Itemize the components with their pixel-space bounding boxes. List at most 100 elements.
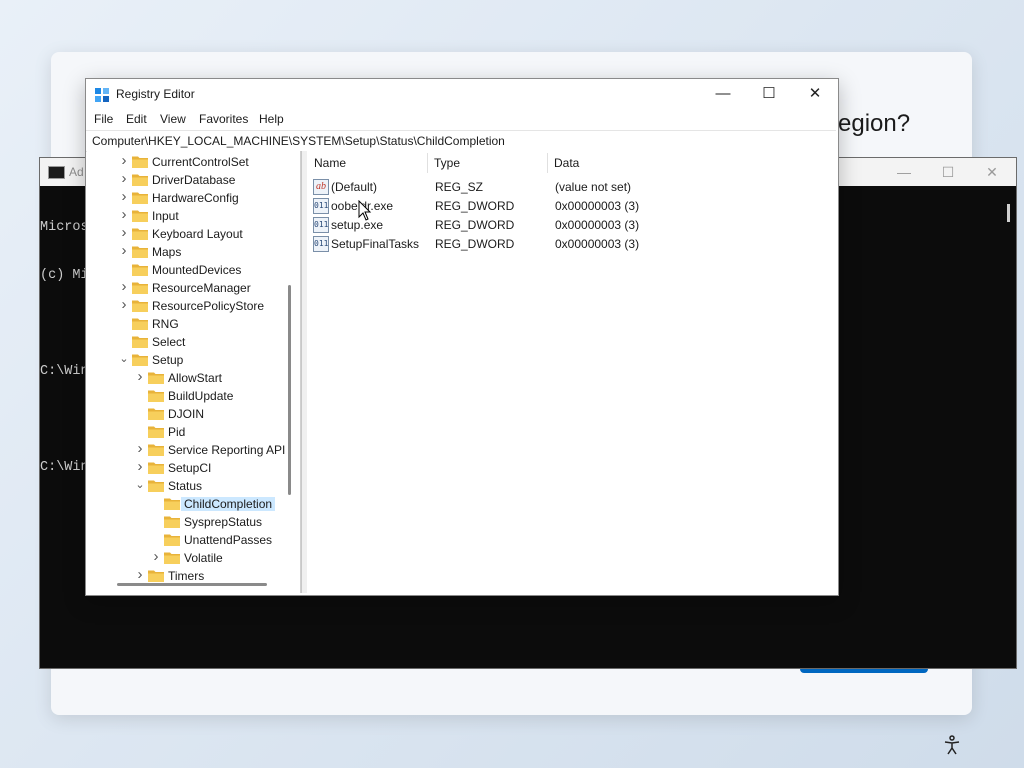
value-type: REG_DWORD: [435, 237, 515, 251]
cmd-maximize-button[interactable]: ☐: [926, 160, 970, 184]
chevron-right-icon[interactable]: ›: [119, 225, 129, 240]
chevron-right-icon[interactable]: ›: [135, 567, 145, 582]
tree-item[interactable]: BuildUpdate: [87, 387, 287, 405]
tree-item[interactable]: › Timers: [87, 567, 287, 585]
regedit-close-button[interactable]: ✕: [792, 81, 838, 107]
tree-item[interactable]: › Keyboard Layout: [87, 225, 287, 243]
regedit-maximize-button[interactable]: ☐: [746, 81, 792, 107]
tree-item-label: Status: [168, 479, 203, 493]
tree-item[interactable]: › Service Reporting API: [87, 441, 287, 459]
address-bar[interactable]: Computer\HKEY_LOCAL_MACHINE\SYSTEM\Setup…: [86, 130, 836, 152]
values-pane[interactable]: Name Type Data ab (Default) REG_SZ (value n…: [307, 151, 837, 593]
chevron-right-icon[interactable]: ›: [135, 459, 145, 474]
chevron-down-icon[interactable]: ⌄: [135, 479, 145, 491]
menu-help[interactable]: Help: [259, 112, 284, 126]
folder-icon: [132, 300, 148, 312]
tree-item[interactable]: › Volatile: [87, 549, 287, 567]
tree-item[interactable]: › ResourceManager: [87, 279, 287, 297]
folder-icon: [132, 318, 148, 330]
value-row[interactable]: 011 SetupFinalTasks REG_DWORD 0x00000003 (3…: [307, 235, 837, 254]
tree-item[interactable]: ⌄ Status: [87, 477, 287, 495]
menu-favorites[interactable]: Favorites: [199, 112, 248, 126]
tree-item[interactable]: MountedDevices: [87, 261, 287, 279]
value-row[interactable]: 011oobeldr.exeREG_DWORD0x00000003 (3): [307, 197, 837, 216]
tree-item[interactable]: Select: [87, 333, 287, 351]
tree-item-label: RNG: [152, 317, 179, 331]
folder-icon: [164, 552, 180, 564]
chevron-right-icon[interactable]: ›: [119, 153, 129, 168]
cmd-scrollbar[interactable]: [1000, 186, 1016, 668]
tree-item[interactable]: › SetupCI: [87, 459, 287, 477]
column-separator[interactable]: [427, 153, 428, 173]
chevron-right-icon[interactable]: ›: [135, 441, 145, 456]
value-type: REG_DWORD: [435, 199, 515, 213]
binary-value-icon: 011: [313, 198, 329, 214]
chevron-right-icon[interactable]: ›: [119, 207, 129, 222]
chevron-right-icon[interactable]: ›: [119, 297, 129, 312]
folder-icon: [164, 534, 180, 546]
tree-item-label: Maps: [152, 245, 182, 259]
value-row[interactable]: ab (Default) REG_SZ (value not set): [307, 178, 837, 197]
cmd-scroll-thumb[interactable]: [1007, 204, 1010, 222]
column-separator[interactable]: [547, 153, 548, 173]
value-data: (value not set): [555, 180, 632, 194]
tree-item[interactable]: RNG: [87, 315, 287, 333]
regedit-minimize-button[interactable]: —: [700, 81, 746, 107]
regedit-titlebar[interactable]: Registry Editor — ☐ ✕: [86, 79, 838, 109]
tree-item[interactable]: › Input: [87, 207, 287, 225]
chevron-down-icon[interactable]: ⌄: [119, 353, 129, 365]
tree-item[interactable]: › CurrentControlSet: [87, 153, 287, 171]
tree-item[interactable]: › Maps: [87, 243, 287, 261]
tree-item[interactable]: Pid: [87, 423, 287, 441]
chevron-right-icon[interactable]: ›: [119, 189, 129, 204]
folder-icon: [148, 408, 164, 420]
chevron-right-icon[interactable]: ›: [135, 369, 145, 384]
tree-item[interactable]: › HardwareConfig: [87, 189, 287, 207]
tree-item-label: Keyboard Layout: [152, 227, 243, 241]
chevron-right-icon[interactable]: ›: [119, 171, 129, 186]
menu-edit[interactable]: Edit: [126, 112, 147, 126]
menubar: File Edit View Favorites Help: [86, 109, 838, 129]
tree-item-label: SetupCI: [168, 461, 212, 475]
value-row[interactable]: 011 setup.exe REG_DWORD 0x00000003 (3): [307, 216, 837, 235]
tree-item[interactable]: › DriverDatabase: [87, 171, 287, 189]
tree-item[interactable]: SysprepStatus: [87, 513, 287, 531]
tree-item[interactable]: ChildCompletion: [87, 495, 287, 513]
tree-item[interactable]: ⌄ Setup: [87, 351, 287, 369]
tree-vertical-scrollbar[interactable]: [288, 285, 291, 495]
folder-icon: [132, 156, 148, 168]
folder-icon: [132, 264, 148, 276]
tree-item-label: Timers: [168, 569, 205, 583]
column-header-name[interactable]: Name: [314, 151, 346, 175]
tree-item[interactable]: › ResourcePolicyStore: [87, 297, 287, 315]
tree-item-label: Service Reporting API: [168, 443, 286, 457]
registry-tree[interactable]: › CurrentControlSet › DriverDatabase › Hardwa…: [87, 151, 301, 593]
tree-item-label: DJOIN: [168, 407, 204, 421]
folder-icon: [148, 390, 164, 402]
column-header-data[interactable]: Data: [554, 151, 579, 175]
tree-item[interactable]: › AllowStart: [87, 369, 287, 387]
folder-icon: [164, 498, 180, 510]
menu-file[interactable]: File: [94, 112, 113, 126]
chevron-right-icon[interactable]: ›: [119, 279, 129, 294]
chevron-right-icon[interactable]: ›: [151, 549, 161, 564]
tree-item[interactable]: UnattendPasses: [87, 531, 287, 549]
folder-icon: [148, 426, 164, 438]
binary-value-icon: 011: [313, 217, 329, 233]
menu-view[interactable]: View: [160, 112, 186, 126]
value-data: 0x00000003 (3): [555, 237, 640, 251]
oobe-heading: region?: [830, 110, 911, 137]
column-header-type[interactable]: Type: [434, 151, 460, 175]
cmd-close-button[interactable]: ✕: [970, 160, 1014, 184]
registry-editor-window[interactable]: Registry Editor — ☐ ✕ File Edit View Fav…: [85, 78, 839, 596]
tree-item-label: DriverDatabase: [152, 173, 236, 187]
chevron-right-icon[interactable]: ›: [119, 243, 129, 258]
value-type: REG_DWORD: [435, 218, 515, 232]
tree-item[interactable]: DJOIN: [87, 405, 287, 423]
cmd-minimize-button[interactable]: —: [882, 160, 926, 184]
cmd-title: Ad: [69, 165, 84, 179]
accessibility-icon[interactable]: [940, 733, 964, 757]
